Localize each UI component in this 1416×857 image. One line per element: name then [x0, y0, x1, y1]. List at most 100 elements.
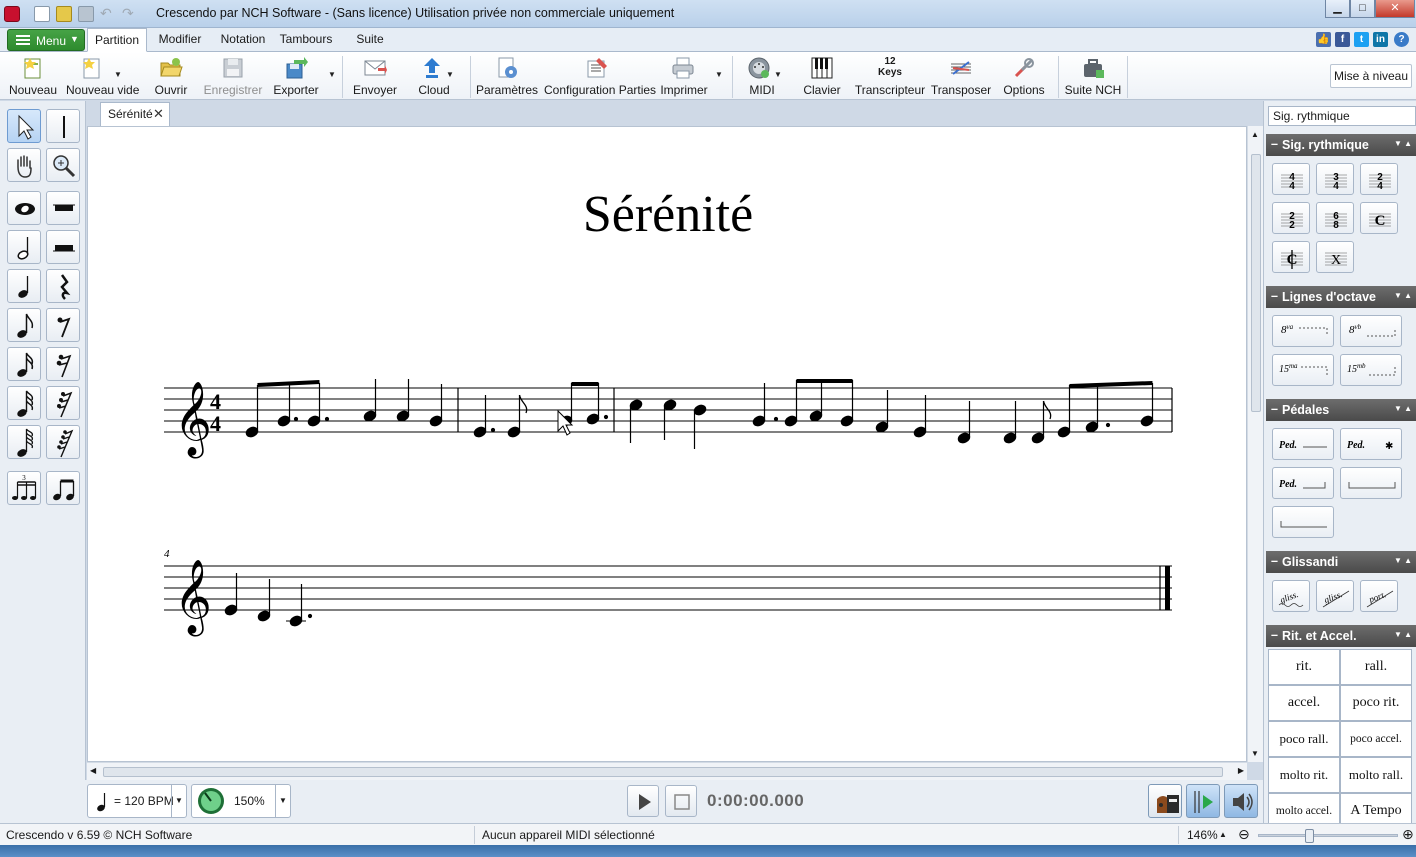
- cut-time-button[interactable]: C: [1272, 241, 1310, 273]
- pedal-bracket-button[interactable]: Ped.: [1272, 467, 1334, 499]
- new-button[interactable]: Nouveau: [6, 54, 60, 98]
- tempo-control[interactable]: = 120 BPM ▼: [87, 784, 187, 818]
- half-rest-button[interactable]: [46, 230, 80, 264]
- select-tool-button[interactable]: [7, 109, 41, 143]
- tab-suite[interactable]: Suite: [350, 28, 390, 52]
- transpose-button[interactable]: Transposer: [930, 54, 992, 98]
- chevron-down-icon[interactable]: ▼: [446, 70, 454, 79]
- time-sig-4-4-button[interactable]: 44: [1272, 163, 1310, 195]
- redo-icon[interactable]: ↷: [122, 6, 138, 22]
- vertical-scroll-thumb[interactable]: [1251, 154, 1261, 412]
- close-tab-icon[interactable]: ✕: [153, 106, 164, 122]
- print-button[interactable]: ▼ Imprimer: [658, 54, 724, 98]
- section-header-octave-lines[interactable]: Lignes d'octave▼ ▲: [1266, 286, 1416, 308]
- zoom-slider[interactable]: [1258, 829, 1398, 843]
- open-button[interactable]: Ouvrir: [150, 54, 192, 98]
- new-quick-icon[interactable]: [34, 6, 50, 22]
- save-quick-icon[interactable]: [78, 6, 94, 22]
- time-sig-2-4-button[interactable]: 24: [1360, 163, 1398, 195]
- poco-rall-button[interactable]: poco rall.: [1268, 721, 1340, 757]
- time-sig-2-2-button[interactable]: 22: [1272, 202, 1310, 234]
- section-header-time-sig[interactable]: Sig. rythmique▼ ▲: [1266, 134, 1416, 156]
- sound-toggle-button[interactable]: [1224, 784, 1258, 818]
- twitter-icon[interactable]: t: [1354, 32, 1369, 47]
- keyboard-button[interactable]: Clavier: [800, 54, 844, 98]
- help-icon[interactable]: ?: [1394, 32, 1409, 47]
- chevron-down-icon[interactable]: ▼: [275, 785, 290, 817]
- zoom-tool-button[interactable]: [46, 148, 80, 182]
- poco-rit-button[interactable]: poco rit.: [1340, 685, 1412, 721]
- scroll-up-icon[interactable]: ▲: [1251, 130, 1259, 139]
- beam-button[interactable]: [46, 471, 80, 505]
- a-tempo-button[interactable]: A Tempo: [1340, 793, 1412, 823]
- gliss-wavy-button[interactable]: gliss.: [1272, 580, 1310, 612]
- thirty-second-note-button[interactable]: [7, 386, 41, 420]
- octave-15ma-button[interactable]: 15ma: [1272, 354, 1334, 386]
- chevron-down-icon[interactable]: ▼: [171, 785, 186, 817]
- parts-config-button[interactable]: Configuration Parties: [544, 54, 656, 98]
- stop-button[interactable]: [665, 785, 697, 817]
- transcriber-button[interactable]: 12 Keys Transcripteur: [854, 54, 926, 98]
- quarter-rest-button[interactable]: [46, 269, 80, 303]
- hand-tool-button[interactable]: [7, 148, 41, 182]
- quarter-note-button[interactable]: [7, 269, 41, 303]
- tab-modifier[interactable]: Modifier: [152, 28, 208, 52]
- zoom-out-icon[interactable]: ⊖: [1238, 826, 1250, 843]
- rall-button[interactable]: rall.: [1340, 649, 1412, 685]
- minimize-button[interactable]: ▁: [1325, 0, 1350, 18]
- chevron-down-icon[interactable]: ▼: [715, 70, 723, 79]
- upgrade-button[interactable]: Mise à niveau: [1330, 64, 1412, 88]
- panel-category-select[interactable]: Sig. rythmique: [1268, 106, 1416, 126]
- octave-15mb-button[interactable]: 15mb: [1340, 354, 1402, 386]
- facebook-icon[interactable]: f: [1335, 32, 1350, 47]
- score-canvas[interactable]: Sérénité 𝄞 4 4 4 𝄞: [87, 126, 1247, 762]
- chevron-up-icon[interactable]: ▲: [1219, 830, 1227, 839]
- gliss-straight-button[interactable]: gliss.: [1316, 580, 1354, 612]
- open-quick-icon[interactable]: [56, 6, 72, 22]
- octave-8vb-button[interactable]: 8vb: [1340, 315, 1402, 347]
- horizontal-scroll-thumb[interactable]: [103, 767, 1223, 777]
- playback-speed-control[interactable]: 150% ▼: [191, 784, 291, 818]
- scroll-left-icon[interactable]: ◀: [90, 766, 96, 775]
- horizontal-scrollbar[interactable]: ◀ ▶: [87, 762, 1247, 780]
- cloud-button[interactable]: ▼ Cloud: [412, 54, 464, 98]
- tab-partition[interactable]: Partition: [87, 28, 147, 52]
- chevron-down-icon[interactable]: ▼: [114, 70, 122, 79]
- parameters-button[interactable]: Paramètres: [476, 54, 538, 98]
- midi-button[interactable]: ▼ MIDI: [738, 54, 788, 98]
- section-header-pedals[interactable]: Pédales▼ ▲: [1266, 399, 1416, 421]
- maximize-button[interactable]: □: [1350, 0, 1375, 18]
- new-blank-button[interactable]: ▼ Nouveau vide: [66, 54, 139, 98]
- poco-accel-button[interactable]: poco accel.: [1340, 721, 1412, 757]
- molto-accel-button[interactable]: molto accel.: [1268, 793, 1340, 823]
- half-note-button[interactable]: [7, 230, 41, 264]
- section-header-glissandi[interactable]: Glissandi▼ ▲: [1266, 551, 1416, 573]
- sixty-fourth-rest-button[interactable]: [46, 425, 80, 459]
- no-time-sig-button[interactable]: X: [1316, 241, 1354, 273]
- chevron-down-icon[interactable]: ▼: [774, 70, 782, 79]
- linkedin-icon[interactable]: in: [1373, 32, 1388, 47]
- octave-8va-button[interactable]: 8va: [1272, 315, 1334, 347]
- whole-note-button[interactable]: [7, 191, 41, 225]
- common-time-button[interactable]: C: [1360, 202, 1398, 234]
- rit-button[interactable]: rit.: [1268, 649, 1340, 685]
- nch-suite-button[interactable]: Suite NCH: [1064, 54, 1122, 98]
- crescendo-app-icon[interactable]: [4, 6, 20, 22]
- pedal-line-button[interactable]: Ped.: [1272, 428, 1334, 460]
- sixty-fourth-note-button[interactable]: [7, 425, 41, 459]
- eighth-note-button[interactable]: [7, 308, 41, 342]
- scroll-down-icon[interactable]: ▼: [1251, 749, 1259, 758]
- sixteenth-note-button[interactable]: [7, 347, 41, 381]
- tab-notation[interactable]: Notation: [213, 28, 273, 52]
- close-button[interactable]: ✕: [1375, 0, 1415, 18]
- menu-button[interactable]: Menu ▼: [7, 29, 85, 51]
- pedal-release-button[interactable]: Ped. ✱: [1340, 428, 1402, 460]
- vertical-scrollbar[interactable]: ▲ ▼: [1247, 126, 1263, 762]
- thirty-second-rest-button[interactable]: [46, 386, 80, 420]
- document-tab[interactable]: Sérénité ✕: [100, 102, 170, 126]
- sixteenth-rest-button[interactable]: [46, 347, 80, 381]
- options-button[interactable]: Options: [1000, 54, 1048, 98]
- triplet-button[interactable]: 3: [7, 471, 41, 505]
- undo-icon[interactable]: ↶: [100, 6, 116, 22]
- send-button[interactable]: Envoyer: [350, 54, 400, 98]
